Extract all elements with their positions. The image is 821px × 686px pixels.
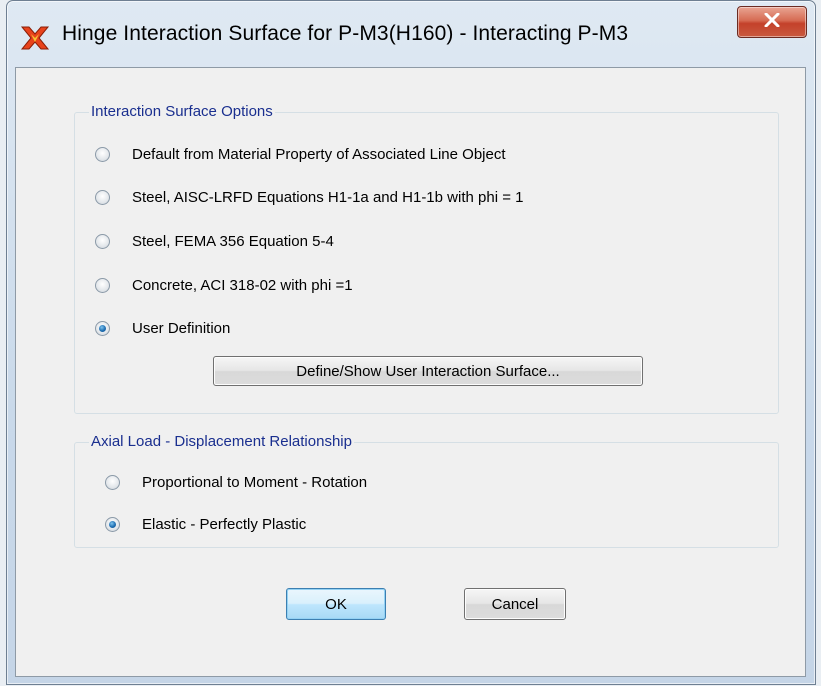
title-bar[interactable]: Hinge Interaction Surface for P-M3(H160)…	[7, 1, 815, 69]
option-default-material[interactable]: Default from Material Property of Associ…	[95, 146, 506, 163]
window-title: Hinge Interaction Surface for P-M3(H160)…	[62, 22, 629, 45]
radio-button-selected[interactable]	[95, 321, 110, 336]
option-label: Default from Material Property of Associ…	[132, 146, 506, 163]
radio-button[interactable]	[95, 190, 110, 205]
radio-button[interactable]	[95, 234, 110, 249]
option-user-definition[interactable]: User Definition	[95, 320, 230, 337]
option-label: Elastic - Perfectly Plastic	[142, 516, 307, 533]
group-title: Interaction Surface Options	[89, 103, 275, 120]
radio-button[interactable]	[95, 147, 110, 162]
option-label: Steel, AISC-LRFD Equations H1-1a and H1-…	[132, 189, 524, 206]
option-label: Steel, FEMA 356 Equation 5-4	[132, 233, 334, 250]
option-concrete-aci[interactable]: Concrete, ACI 318-02 with phi =1	[95, 277, 353, 294]
option-steel-fema[interactable]: Steel, FEMA 356 Equation 5-4	[95, 233, 334, 250]
cancel-button[interactable]: Cancel	[464, 588, 566, 620]
ok-button[interactable]: OK	[286, 588, 386, 620]
radio-button[interactable]	[95, 278, 110, 293]
option-label: Concrete, ACI 318-02 with phi =1	[132, 277, 353, 294]
define-show-user-interaction-surface-button[interactable]: Define/Show User Interaction Surface...	[213, 356, 643, 386]
option-label: User Definition	[132, 320, 231, 337]
axial-load-displacement-group: Axial Load - Displacement Relationship P…	[74, 433, 779, 548]
option-steel-aisc-lrfd[interactable]: Steel, AISC-LRFD Equations H1-1a and H1-…	[95, 189, 523, 206]
option-elastic-perfectly-plastic[interactable]: Elastic - Perfectly Plastic	[105, 516, 306, 533]
group-title: Axial Load - Displacement Relationship	[89, 433, 354, 450]
interaction-surface-options-group: Interaction Surface Options Default from…	[74, 103, 779, 414]
radio-button-selected[interactable]	[105, 517, 120, 532]
option-label: Proportional to Moment - Rotation	[142, 474, 368, 491]
close-button[interactable]	[737, 6, 807, 38]
dialog-client-area: Interaction Surface Options Default from…	[15, 67, 806, 677]
close-x-icon	[764, 12, 780, 32]
dialog-window: Hinge Interaction Surface for P-M3(H160)…	[6, 0, 816, 685]
option-proportional-moment-rotation[interactable]: Proportional to Moment - Rotation	[105, 474, 367, 491]
app-icon	[20, 25, 50, 51]
radio-button[interactable]	[105, 475, 120, 490]
